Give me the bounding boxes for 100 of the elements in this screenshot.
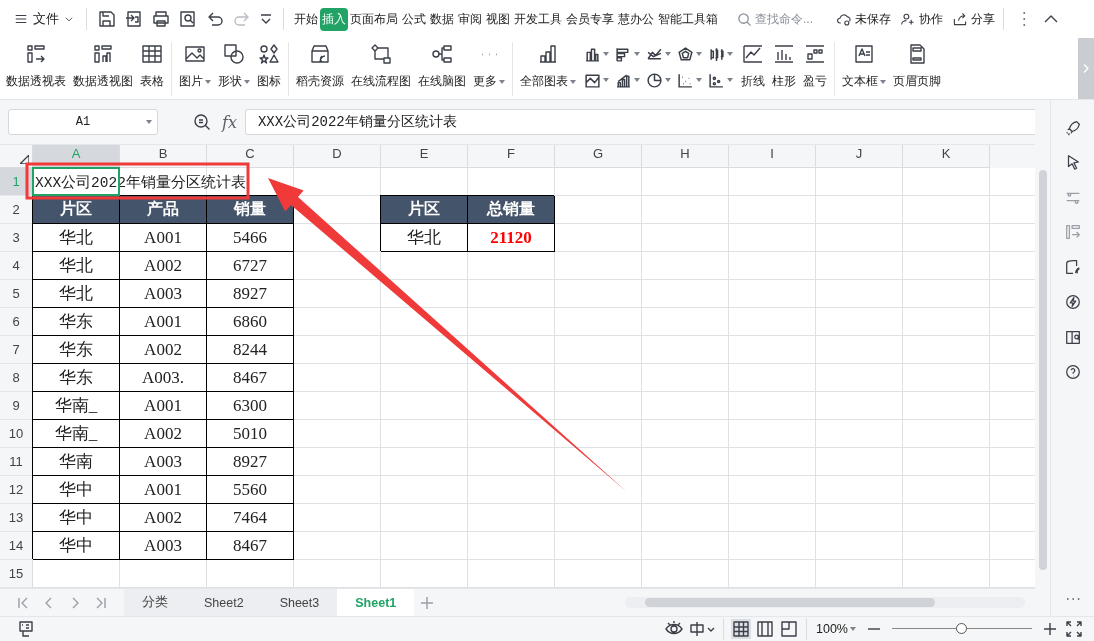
row-header[interactable]: 4 bbox=[0, 252, 33, 280]
column-header[interactable]: I bbox=[729, 145, 816, 168]
ribbon-tab[interactable]: 视图 bbox=[484, 7, 512, 31]
sheet-tab[interactable]: 分类 bbox=[124, 589, 186, 616]
collaborate-button[interactable]: 协作 bbox=[900, 10, 943, 28]
formula-field[interactable]: XXX公司2022年销量分区统计表 bbox=[244, 109, 1035, 135]
column-header[interactable]: B bbox=[120, 145, 207, 168]
ribbon-button[interactable]: 盈亏 bbox=[801, 38, 829, 89]
ribbon-tab[interactable]: 公式 bbox=[400, 7, 428, 31]
function-label[interactable]: fx bbox=[222, 112, 237, 132]
zoom-icon[interactable] bbox=[192, 112, 212, 132]
row-header[interactable]: 7 bbox=[0, 336, 33, 364]
ribbon-button[interactable]: 全部图表 bbox=[518, 38, 578, 89]
table-cell: 6860 bbox=[207, 308, 294, 336]
book-search-icon[interactable] bbox=[1063, 328, 1082, 346]
radar-chart-icon bbox=[677, 45, 694, 63]
share-button[interactable]: 分享 bbox=[952, 10, 995, 28]
table-cell: 6727 bbox=[207, 252, 294, 280]
ribbon-button[interactable]: 数据透视图 bbox=[71, 38, 135, 89]
table-cell: 6300 bbox=[207, 392, 294, 420]
search-field[interactable]: 查找命令... bbox=[737, 11, 827, 27]
add-user-icon bbox=[900, 11, 916, 27]
ribbon-button[interactable]: 形状 bbox=[216, 38, 252, 89]
zoom-level-button[interactable]: 100% bbox=[816, 622, 856, 636]
ribbon-button[interactable]: 数据透视表 bbox=[4, 38, 68, 89]
horizontal-scrollbar[interactable] bbox=[625, 597, 1025, 608]
row-header[interactable]: 5 bbox=[0, 280, 33, 308]
dropdown-icon bbox=[603, 52, 609, 56]
print-preview-icon[interactable] bbox=[178, 9, 198, 29]
normal-view-icon[interactable] bbox=[731, 619, 751, 639]
row-header[interactable]: 14 bbox=[0, 532, 33, 560]
cloud-icon bbox=[836, 11, 852, 27]
table-cell: 华北 bbox=[33, 252, 120, 280]
ribbon-button[interactable]: 图片 bbox=[177, 38, 213, 89]
help-icon[interactable] bbox=[1063, 363, 1082, 381]
ribbon-button[interactable]: 文本框 bbox=[840, 38, 888, 89]
dropdown-icon bbox=[696, 52, 702, 56]
table-cell: A003 bbox=[120, 280, 207, 308]
lightning-icon[interactable] bbox=[1063, 293, 1082, 311]
ribbon-button[interactable]: 页眉页脚 bbox=[891, 38, 943, 89]
ribbon-button[interactable]: 更多 bbox=[471, 38, 507, 89]
save-icon[interactable] bbox=[97, 9, 117, 29]
row-header[interactable]: 2 bbox=[0, 196, 33, 224]
export-icon[interactable] bbox=[124, 9, 144, 29]
ribbon-button[interactable]: 在线脑图 bbox=[416, 38, 468, 89]
ribbon-button[interactable]: 在线流程图 bbox=[349, 38, 413, 89]
page-break-view-icon[interactable] bbox=[779, 619, 799, 639]
ribbon-button[interactable]: 图标 bbox=[255, 38, 283, 89]
fullscreen-icon[interactable] bbox=[1064, 619, 1084, 639]
column-header[interactable]: J bbox=[816, 145, 903, 168]
table-cell: A003. bbox=[120, 364, 207, 392]
search-icon bbox=[737, 11, 752, 27]
row-header[interactable]: 3 bbox=[0, 224, 33, 252]
macro-icon[interactable] bbox=[16, 619, 36, 639]
ribbon-tab[interactable]: 数据 bbox=[428, 7, 456, 31]
ribbon-tab[interactable]: 慧办公 bbox=[616, 7, 656, 31]
row-header[interactable]: 8 bbox=[0, 364, 33, 392]
column-header[interactable]: H bbox=[642, 145, 729, 168]
ribbon-button[interactable]: 折线 bbox=[739, 38, 767, 89]
ribbon-tab[interactable]: 开发工具 bbox=[512, 7, 564, 31]
file-menu-button[interactable]: 文件 bbox=[10, 6, 78, 32]
header-cell: 总销量 bbox=[468, 196, 555, 224]
menu-icon bbox=[14, 12, 28, 26]
unsaved-button[interactable]: 未保存 bbox=[836, 10, 891, 28]
ribbon-tab[interactable]: 会员专享 bbox=[564, 7, 616, 31]
header-cell: 片区 bbox=[33, 196, 120, 224]
ribbon-tab[interactable]: 开始 bbox=[292, 7, 320, 31]
row-header[interactable]: 11 bbox=[0, 448, 33, 476]
resource-icon[interactable] bbox=[1063, 258, 1082, 276]
shapes-icon bbox=[222, 42, 246, 66]
row-header[interactable]: 13 bbox=[0, 504, 33, 532]
row-header[interactable]: 6 bbox=[0, 308, 33, 336]
print-icon[interactable] bbox=[151, 9, 171, 29]
row-header[interactable]: 12 bbox=[0, 476, 33, 504]
ribbon-tab[interactable]: 审阅 bbox=[456, 7, 484, 31]
center-icon[interactable] bbox=[688, 619, 716, 639]
name-box[interactable]: A1 bbox=[8, 109, 158, 135]
row-header[interactable]: 10 bbox=[0, 420, 33, 448]
sheet-tab[interactable]: Sheet2 bbox=[186, 589, 262, 616]
column-header[interactable]: D bbox=[294, 145, 381, 168]
ribbon-button[interactable]: 表格 bbox=[138, 38, 166, 89]
ribbon-tab[interactable]: 页面布局 bbox=[348, 7, 400, 31]
ribbon-tab[interactable]: 智能工具箱 bbox=[656, 7, 720, 31]
column-header[interactable]: C bbox=[207, 145, 294, 168]
select-all-icon[interactable] bbox=[20, 155, 29, 164]
column-header[interactable]: G bbox=[555, 145, 642, 168]
ribbon-button[interactable]: 稻壳资源 bbox=[294, 38, 346, 89]
row-header[interactable]: 9 bbox=[0, 392, 33, 420]
table-cell: 8467 bbox=[207, 364, 294, 392]
sheet-tab[interactable]: Sheet3 bbox=[261, 589, 338, 616]
page-view-icon[interactable] bbox=[755, 619, 775, 639]
total-cell: 21120 bbox=[468, 224, 555, 252]
column-header[interactable]: E bbox=[381, 145, 468, 168]
column-header[interactable]: F bbox=[468, 145, 555, 168]
ribbon-button[interactable]: 柱形 bbox=[770, 38, 798, 89]
mind-map-icon bbox=[430, 42, 454, 66]
vertical-scrollbar[interactable] bbox=[1035, 100, 1050, 616]
zoom-slider[interactable] bbox=[892, 622, 1032, 636]
column-header[interactable]: K bbox=[903, 145, 990, 168]
row-header[interactable]: 15 bbox=[0, 560, 33, 588]
